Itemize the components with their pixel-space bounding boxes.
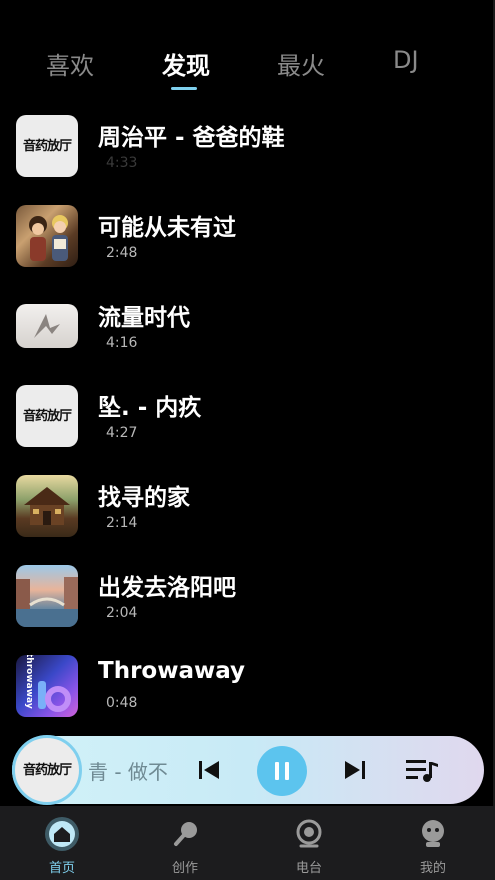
song-duration: 4:27 <box>106 425 138 441</box>
nav-label-mine: 我的 <box>419 861 446 876</box>
list-item[interactable]: 流量时代 4:16 <box>0 280 495 370</box>
previous-button[interactable] <box>195 756 223 784</box>
skip-previous-icon <box>199 761 219 779</box>
player-album-disc[interactable]: 音药放厅 <box>12 735 82 805</box>
throwaway-art-image <box>38 681 71 712</box>
cover-logo-text: 音药放厅 <box>22 408 72 424</box>
list-item[interactable]: 可能从未有过 2:48 <box>0 190 495 280</box>
top-tabs: 喜欢 发现 最火 DJ <box>0 0 495 100</box>
abstract-logo-image <box>34 314 60 338</box>
cover-logo-text: 音药放厅 <box>22 138 72 154</box>
nav-item-create[interactable]: 创作 <box>145 806 225 880</box>
song-title: 流量时代 <box>98 305 190 331</box>
song-title: 周治平 - 爸爸的鞋 <box>98 125 285 151</box>
nav-item-home[interactable]: 首页 <box>22 806 102 880</box>
anime-characters-image <box>29 215 68 261</box>
playlist-icon <box>406 760 438 782</box>
tab-like[interactable]: 喜欢 <box>46 46 94 81</box>
tab-dj[interactable]: DJ <box>393 46 419 74</box>
skip-next-icon <box>345 761 365 779</box>
list-item[interactable]: 找寻的家 2:14 <box>0 460 495 550</box>
home-icon <box>44 816 80 852</box>
album-cover: throwaway <box>16 655 78 717</box>
bottom-navigation: 首页 创作 电台 我的 <box>0 806 495 880</box>
pause-icon <box>275 762 289 780</box>
song-title: 找寻的家 <box>98 485 190 511</box>
song-duration: 0:48 <box>106 695 138 711</box>
album-cover: 音药放厅 <box>16 115 78 177</box>
nav-label-create: 创作 <box>171 861 198 876</box>
list-item[interactable]: 出发去洛阳吧 2:04 <box>0 550 495 640</box>
list-item[interactable]: 音药放厅 坠. - 内疚 4:27 <box>0 370 495 460</box>
mini-player[interactable]: 音药放厅 青 - 做不 <box>12 735 484 805</box>
profile-icon <box>415 816 451 852</box>
tab-hottest[interactable]: 最火 <box>277 46 325 81</box>
disc-logo-text: 音药放厅 <box>22 762 72 778</box>
song-title: 可能从未有过 <box>98 215 236 241</box>
canal-street-image <box>16 577 78 627</box>
album-cover <box>16 475 78 537</box>
next-button[interactable] <box>341 756 369 784</box>
radio-icon <box>291 816 327 852</box>
wooden-house-image <box>24 487 70 525</box>
active-tab-indicator <box>171 87 197 90</box>
song-duration: 4:16 <box>106 335 138 351</box>
nav-label-home: 首页 <box>48 861 75 876</box>
nav-item-radio[interactable]: 电台 <box>269 806 349 880</box>
playlist-button[interactable] <box>406 756 440 784</box>
tab-discover[interactable]: 发现 <box>162 46 210 81</box>
song-title: 坠. - 内疚 <box>98 395 202 421</box>
song-title: Throwaway <box>98 658 246 684</box>
microphone-icon <box>167 816 203 852</box>
song-duration: 4:33 <box>106 155 138 171</box>
list-item[interactable]: throwaway Throwaway 0:48 <box>0 640 495 730</box>
album-cover: 音药放厅 <box>16 385 78 447</box>
album-cover <box>16 304 78 348</box>
nav-item-mine[interactable]: 我的 <box>393 806 473 880</box>
pause-button[interactable] <box>257 746 307 796</box>
song-duration: 2:04 <box>106 605 138 621</box>
now-playing-title: 青 - 做不 <box>88 760 168 784</box>
album-cover <box>16 565 78 627</box>
song-duration: 2:48 <box>106 245 138 261</box>
song-title: 出发去洛阳吧 <box>98 575 236 601</box>
list-item[interactable]: 音药放厅 周治平 - 爸爸的鞋 4:33 <box>0 100 495 190</box>
nav-label-radio: 电台 <box>295 861 322 876</box>
song-duration: 2:14 <box>106 515 138 531</box>
album-cover <box>16 205 78 267</box>
